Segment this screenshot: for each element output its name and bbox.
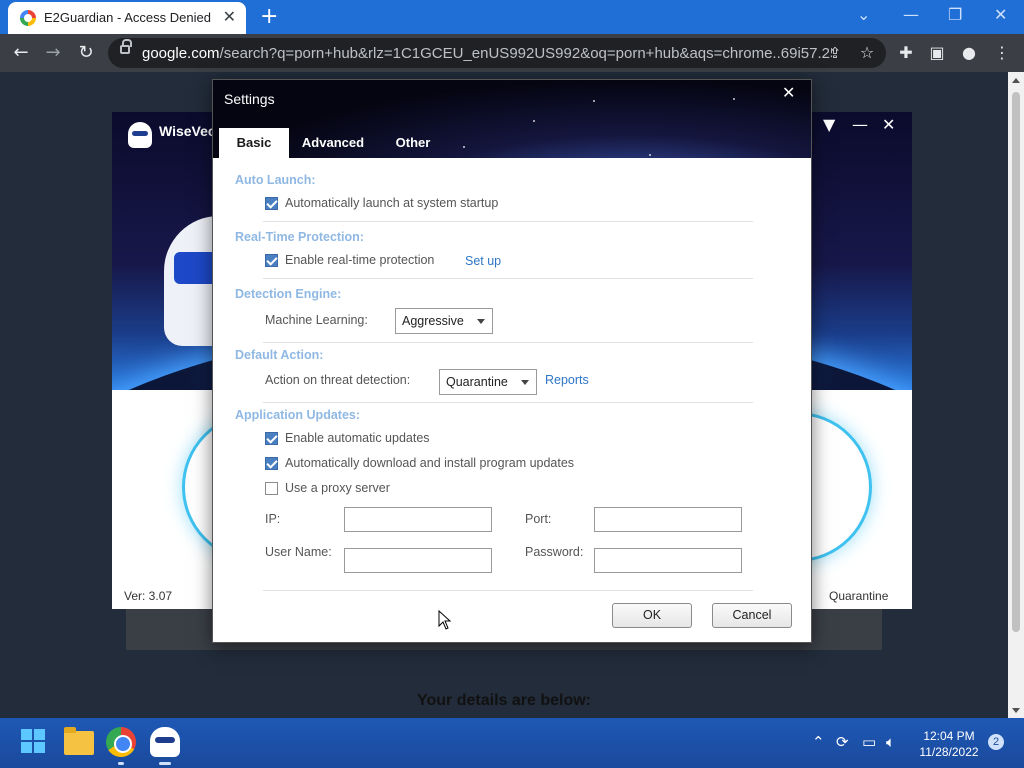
tab-close-icon[interactable]: ✕ [223, 7, 236, 27]
reports-link[interactable]: Reports [545, 373, 589, 387]
page-scrollbar[interactable] [1008, 72, 1024, 718]
menu-icon[interactable]: ⋮ [991, 42, 1013, 64]
app-quarantine-link[interactable]: Quarantine [829, 589, 888, 603]
ok-button[interactable]: OK [612, 603, 692, 628]
close-window-icon[interactable]: ✕ [994, 5, 1007, 25]
ip-label: IP: [265, 512, 281, 526]
chrome-active-indicator [118, 762, 124, 765]
realtime-heading: Real-Time Protection: [235, 230, 364, 244]
auto-updates-checkbox[interactable] [265, 432, 278, 445]
wisevector-active-indicator [159, 762, 171, 765]
page-heading: Your details are below: [417, 692, 591, 709]
divider [263, 221, 753, 222]
wisevector-icon[interactable] [150, 727, 180, 757]
tab-other[interactable]: Other [379, 128, 447, 158]
divider [263, 278, 753, 279]
dialog-close-icon[interactable]: ✕ [782, 83, 795, 103]
scroll-down-icon[interactable] [1012, 708, 1020, 713]
sidepanel-icon[interactable]: ▣ [926, 42, 948, 64]
sync-icon[interactable]: ⟳ [836, 733, 849, 751]
share-icon[interactable]: ⇪ [824, 42, 846, 64]
dialog-header: Settings ✕ Basic Advanced Other [213, 80, 811, 158]
wisevector-logo-icon [128, 122, 152, 148]
tab-search-icon[interactable]: ⌄ [857, 5, 870, 25]
star-icon[interactable]: ☆ [856, 42, 878, 64]
username-input[interactable] [344, 548, 492, 573]
realtime-checkbox[interactable] [265, 254, 278, 267]
divider [263, 402, 753, 403]
start-icon[interactable] [19, 727, 49, 757]
new-tab-button[interactable]: + [260, 4, 278, 30]
machine-learning-label: Machine Learning: [265, 313, 368, 327]
port-input[interactable] [594, 507, 742, 532]
chevron-down-icon [477, 319, 485, 324]
url-path: /search?q=porn+hub&rlz=1C1GCEU_enUS992US… [219, 45, 832, 62]
google-favicon-icon [20, 10, 36, 26]
divider [263, 590, 753, 591]
url-host: google.com [142, 45, 220, 62]
realtime-setup-link[interactable]: Set up [465, 254, 501, 268]
proxy-label[interactable]: Use a proxy server [285, 481, 390, 495]
clock-time: 12:04 PM [923, 729, 975, 743]
browser-titlebar: E2Guardian - Access Denied ✕ + ⌄ — ❐ ✕ [0, 0, 1024, 34]
back-icon[interactable]: ← [10, 42, 32, 64]
app-version: Ver: 3.07 [124, 589, 173, 603]
proxy-checkbox[interactable] [265, 482, 278, 495]
restore-icon[interactable]: ❐ [948, 5, 962, 25]
username-label: User Name: [265, 545, 332, 559]
scroll-up-icon[interactable] [1012, 78, 1020, 83]
cancel-button[interactable]: Cancel [712, 603, 792, 628]
threat-action-select[interactable]: Quarantine [439, 369, 537, 395]
auto-install-label[interactable]: Automatically download and install progr… [285, 456, 574, 470]
updates-heading: Application Updates: [235, 408, 361, 422]
machine-learning-value: Aggressive [402, 314, 464, 328]
password-label: Password: [525, 545, 584, 559]
forward-icon[interactable]: → [42, 42, 64, 64]
reload-icon[interactable]: ↻ [75, 42, 97, 64]
notification-badge[interactable]: 2 [988, 734, 1004, 750]
volume-icon[interactable]: 🔈︎ [886, 733, 895, 751]
threat-action-value: Quarantine [446, 375, 508, 389]
lock-icon[interactable] [120, 39, 132, 54]
auto-updates-label[interactable]: Enable automatic updates [285, 431, 430, 445]
minimize-icon[interactable]: — [903, 5, 919, 25]
chrome-icon[interactable] [106, 727, 136, 757]
url-text[interactable]: google.com/search?q=porn+hub&rlz=1C1GCEU… [142, 45, 832, 62]
realtime-label[interactable]: Enable real-time protection [285, 253, 434, 267]
settings-dialog: Settings ✕ Basic Advanced Other Auto Lau… [212, 79, 812, 643]
auto-install-checkbox[interactable] [265, 457, 278, 470]
address-bar[interactable]: google.com/search?q=porn+hub&rlz=1C1GCEU… [108, 38, 886, 68]
password-input[interactable] [594, 548, 742, 573]
chevron-up-icon[interactable]: ⌃ [812, 733, 825, 751]
divider [263, 342, 753, 343]
engine-heading: Detection Engine: [235, 287, 342, 301]
system-clock[interactable]: 12:04 PM 11/28/2022 [912, 728, 986, 760]
auto-launch-heading: Auto Launch: [235, 173, 316, 187]
profile-icon[interactable]: ● [958, 42, 980, 64]
app-minimize-icon[interactable]: — [852, 115, 868, 135]
port-label: Port: [525, 512, 552, 526]
chevron-down-icon [521, 380, 529, 385]
dialog-title: Settings [224, 91, 275, 107]
display-icon[interactable]: ▭ [862, 733, 876, 751]
tab-title: E2Guardian - Access Denied [44, 10, 211, 25]
file-explorer-icon[interactable] [64, 727, 94, 755]
app-close-icon[interactable]: ✕ [882, 115, 895, 135]
clock-date: 11/28/2022 [919, 745, 979, 759]
browser-tab[interactable]: E2Guardian - Access Denied ✕ [8, 2, 246, 34]
ip-input[interactable] [344, 507, 492, 532]
default-action-heading: Default Action: [235, 348, 324, 362]
machine-learning-select[interactable]: Aggressive [395, 308, 493, 334]
scroll-thumb[interactable] [1012, 92, 1020, 632]
extensions-icon[interactable]: ✚ [895, 42, 917, 64]
auto-launch-checkbox[interactable] [265, 197, 278, 210]
app-menu-icon[interactable]: ▼ [823, 115, 835, 135]
browser-toolbar: ← → ↻ google.com/search?q=porn+hub&rlz=1… [0, 34, 1024, 72]
tab-basic[interactable]: Basic [219, 128, 289, 158]
auto-launch-label[interactable]: Automatically launch at system startup [285, 196, 498, 210]
tab-advanced[interactable]: Advanced [293, 128, 373, 158]
threat-action-label: Action on threat detection: [265, 373, 411, 387]
taskbar: ⌃ ⟳ ▭ 🔈︎ 12:04 PM 11/28/2022 2 [0, 718, 1024, 768]
